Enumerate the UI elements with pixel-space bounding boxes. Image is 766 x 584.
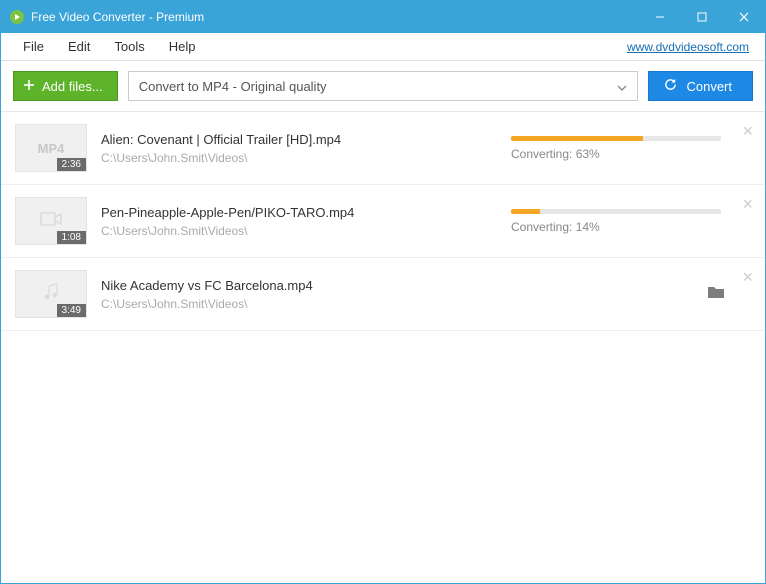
chevron-down-icon — [617, 79, 627, 94]
music-icon — [43, 283, 59, 306]
thumbnail-format-label: MP4 — [38, 141, 65, 156]
duration-badge: 2:36 — [57, 158, 86, 171]
progress-area: Converting: 63% — [511, 136, 751, 161]
toolbar: Add files... Convert to MP4 - Original q… — [1, 61, 765, 112]
file-info: Nike Academy vs FC Barcelona.mp4 C:\User… — [101, 278, 439, 311]
close-button[interactable] — [723, 1, 765, 33]
plus-icon — [22, 78, 36, 95]
file-path: C:\Users\John.Smit\Videos\ — [101, 297, 439, 311]
file-list: MP4 2:36 Alien: Covenant | Official Trai… — [1, 112, 765, 331]
window-controls — [639, 1, 765, 33]
remove-file-button[interactable]: × — [742, 122, 753, 140]
app-icon — [9, 9, 25, 25]
refresh-icon — [663, 77, 678, 95]
website-link[interactable]: www.dvdvideosoft.com — [627, 40, 755, 54]
duration-badge: 3:49 — [57, 304, 86, 317]
progress-fill — [511, 209, 540, 214]
thumbnail: MP4 2:36 — [15, 124, 87, 172]
maximize-button[interactable] — [681, 1, 723, 33]
progress-bar — [511, 136, 721, 141]
titlebar: Free Video Converter - Premium — [1, 1, 765, 33]
file-name: Pen-Pineapple-Apple-Pen/PIKO-TARO.mp4 — [101, 205, 497, 220]
menu-tools[interactable]: Tools — [102, 36, 156, 57]
progress-fill — [511, 136, 643, 141]
file-info: Alien: Covenant | Official Trailer [HD].… — [101, 132, 497, 165]
format-dropdown[interactable]: Convert to MP4 - Original quality — [128, 71, 639, 101]
convert-button[interactable]: Convert — [648, 71, 753, 101]
file-path: C:\Users\John.Smit\Videos\ — [101, 224, 497, 238]
add-files-button[interactable]: Add files... — [13, 71, 118, 101]
progress-status: Converting: 14% — [511, 220, 751, 234]
menu-file[interactable]: File — [11, 36, 56, 57]
thumbnail: 1:08 — [15, 197, 87, 245]
file-row: 1:08 Pen-Pineapple-Apple-Pen/PIKO-TARO.m… — [1, 185, 765, 258]
convert-label: Convert — [686, 79, 732, 94]
open-folder-button[interactable] — [707, 285, 725, 304]
file-row: 3:49 Nike Academy vs FC Barcelona.mp4 C:… — [1, 258, 765, 331]
file-name: Nike Academy vs FC Barcelona.mp4 — [101, 278, 439, 293]
window-title: Free Video Converter - Premium — [31, 10, 639, 24]
remove-file-button[interactable]: × — [742, 195, 753, 213]
format-selected-label: Convert to MP4 - Original quality — [139, 79, 327, 94]
file-row: MP4 2:36 Alien: Covenant | Official Trai… — [1, 112, 765, 185]
file-info: Pen-Pineapple-Apple-Pen/PIKO-TARO.mp4 C:… — [101, 205, 497, 238]
thumbnail: 3:49 — [15, 270, 87, 318]
duration-badge: 1:08 — [57, 231, 86, 244]
video-icon — [40, 211, 62, 232]
minimize-button[interactable] — [639, 1, 681, 33]
menu-edit[interactable]: Edit — [56, 36, 102, 57]
menu-help[interactable]: Help — [157, 36, 208, 57]
add-files-label: Add files... — [42, 79, 103, 94]
progress-area: Converting: 14% — [511, 209, 751, 234]
menubar: File Edit Tools Help www.dvdvideosoft.co… — [1, 33, 765, 61]
progress-bar — [511, 209, 721, 214]
file-name: Alien: Covenant | Official Trailer [HD].… — [101, 132, 497, 147]
progress-status: Converting: 63% — [511, 147, 751, 161]
remove-file-button[interactable]: × — [742, 268, 753, 286]
file-path: C:\Users\John.Smit\Videos\ — [101, 151, 497, 165]
